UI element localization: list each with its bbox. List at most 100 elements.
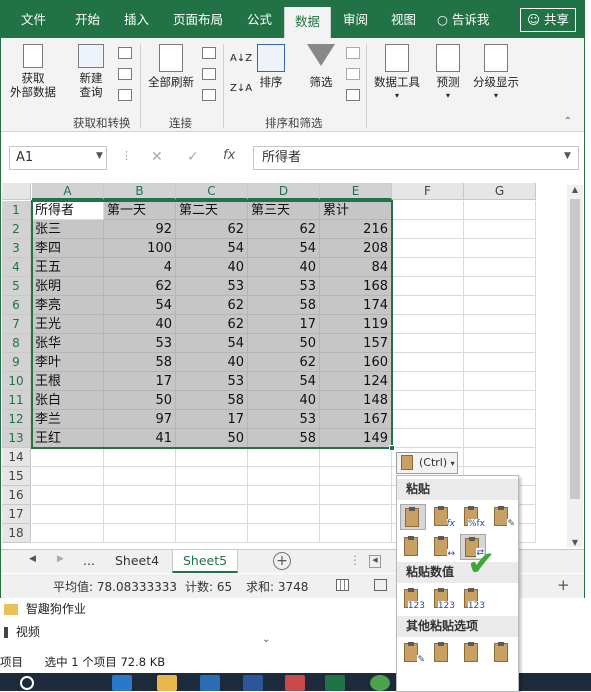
table-cell[interactable] — [464, 239, 536, 258]
tab-file[interactable]: 文件 — [11, 1, 56, 38]
video-item[interactable]: 视频 — [0, 623, 40, 641]
folder-taskbar-icon[interactable] — [157, 675, 177, 691]
table-cell[interactable] — [104, 467, 176, 486]
tab-review[interactable]: 审阅 — [333, 1, 378, 38]
row-header[interactable]: 3 — [2, 239, 31, 258]
table-cell[interactable] — [248, 467, 320, 486]
row-header[interactable]: 12 — [2, 410, 31, 429]
insert-function-icon[interactable]: fx — [223, 148, 235, 163]
table-cell[interactable]: 53 — [176, 372, 248, 391]
enter-icon[interactable]: ✓ — [187, 149, 199, 165]
row-header[interactable]: 8 — [2, 334, 31, 353]
values-source-format-icon[interactable]: 123 — [460, 586, 486, 612]
column-header[interactable]: D — [248, 183, 320, 200]
table-cell[interactable] — [392, 239, 464, 258]
tell-me[interactable]: ○ 告诉我 — [427, 1, 499, 38]
table-cell[interactable]: 王根 — [32, 372, 104, 391]
collapse-ribbon-icon[interactable]: ⌃ — [564, 116, 572, 127]
folder-item[interactable]: 智趣狗作业 — [0, 600, 86, 618]
sheet-tab-sheet5[interactable]: Sheet5 — [172, 550, 239, 573]
table-cell[interactable] — [464, 429, 536, 448]
table-cell[interactable]: 208 — [320, 239, 392, 258]
table-cell[interactable] — [464, 448, 536, 467]
filter-button[interactable]: 筛选 — [303, 44, 339, 89]
table-cell[interactable]: 李叶 — [32, 353, 104, 372]
connections-icon[interactable] — [202, 47, 216, 59]
row-header[interactable]: 6 — [2, 296, 31, 315]
recent-sources-icon[interactable] — [118, 89, 132, 101]
table-cell[interactable] — [104, 486, 176, 505]
page-layout-icon[interactable] — [374, 579, 387, 591]
table-cell[interactable] — [464, 372, 536, 391]
table-cell[interactable]: 40 — [176, 353, 248, 372]
clear-filter-icon[interactable] — [346, 47, 360, 59]
table-cell[interactable] — [392, 296, 464, 315]
table-cell[interactable]: 62 — [176, 220, 248, 239]
tab-page-layout[interactable]: 页面布局 — [163, 1, 233, 38]
properties-icon[interactable] — [202, 68, 216, 80]
formatting-icon[interactable]: ✎ — [400, 640, 426, 666]
table-cell[interactable]: 58 — [176, 391, 248, 410]
scroll-up-arrow[interactable]: ▲ — [567, 185, 583, 194]
table-cell[interactable] — [464, 258, 536, 277]
vertical-scrollbar[interactable]: ▲ ▼ — [567, 185, 583, 547]
forecast-button[interactable]: 预测 ▾ — [431, 44, 465, 103]
row-header[interactable]: 17 — [2, 505, 31, 524]
scroll-down-arrow[interactable]: ⌄ — [262, 634, 270, 645]
values-number-format-icon[interactable]: 123 — [430, 586, 456, 612]
tab-insert[interactable]: 插入 — [114, 1, 159, 38]
table-cell[interactable]: 53 — [248, 410, 320, 429]
table-cell[interactable]: 97 — [104, 410, 176, 429]
row-header[interactable]: 1 — [2, 201, 31, 220]
table-cell[interactable] — [320, 448, 392, 467]
table-cell[interactable] — [32, 448, 104, 467]
table-cell[interactable]: 148 — [320, 391, 392, 410]
paste-formulas-icon[interactable]: fx — [430, 504, 456, 530]
table-cell[interactable]: 50 — [248, 334, 320, 353]
table-cell[interactable]: 17 — [248, 315, 320, 334]
table-cell[interactable]: 54 — [248, 372, 320, 391]
name-box[interactable]: A1 — [9, 146, 107, 170]
header-cell[interactable]: 第三天 — [248, 201, 320, 220]
row-header[interactable]: 14 — [2, 448, 31, 467]
table-cell[interactable] — [248, 486, 320, 505]
table-cell[interactable]: 92 — [104, 220, 176, 239]
table-cell[interactable] — [392, 353, 464, 372]
paste-link-icon[interactable] — [430, 640, 456, 666]
table-cell[interactable]: 160 — [320, 353, 392, 372]
header-cell[interactable]: 第二天 — [176, 201, 248, 220]
table-cell[interactable]: 149 — [320, 429, 392, 448]
header-cell[interactable]: 第一天 — [104, 201, 176, 220]
sort-desc-button[interactable]: Z↓A — [230, 82, 252, 96]
table-cell[interactable]: 62 — [248, 353, 320, 372]
table-cell[interactable] — [392, 258, 464, 277]
table-cell[interactable] — [320, 486, 392, 505]
edit-links-icon[interactable] — [202, 89, 216, 101]
table-cell[interactable]: 119 — [320, 315, 392, 334]
data-tools-button[interactable]: 数据工具 ▾ — [371, 44, 423, 103]
sheet-tab-more[interactable]: ... — [73, 550, 105, 573]
table-cell[interactable]: 40 — [176, 258, 248, 277]
header-cell[interactable]: 累计 — [320, 201, 392, 220]
row-header[interactable]: 10 — [2, 372, 31, 391]
row-header[interactable]: 15 — [2, 467, 31, 486]
table-cell[interactable] — [176, 524, 248, 543]
table-cell[interactable] — [176, 486, 248, 505]
row-header[interactable]: 9 — [2, 353, 31, 372]
table-cell[interactable]: 58 — [248, 429, 320, 448]
row-header[interactable]: 2 — [2, 220, 31, 239]
tab-formulas[interactable]: 公式 — [237, 1, 282, 38]
header-cell[interactable]: 所得者 — [32, 201, 104, 220]
table-cell[interactable]: 216 — [320, 220, 392, 239]
header-cell[interactable] — [392, 201, 464, 220]
table-cell[interactable]: 41 — [104, 429, 176, 448]
table-cell[interactable]: 174 — [320, 296, 392, 315]
table-cell[interactable]: 62 — [104, 277, 176, 296]
refresh-all-button[interactable]: 全部刷新 — [145, 44, 197, 89]
expand-formula-icon[interactable]: ▼ — [564, 151, 571, 161]
zoom-in-icon[interactable]: + — [557, 576, 570, 594]
fill-handle[interactable] — [389, 445, 395, 451]
picture-icon[interactable] — [460, 640, 486, 666]
table-cell[interactable]: 张白 — [32, 391, 104, 410]
table-cell[interactable] — [464, 334, 536, 353]
